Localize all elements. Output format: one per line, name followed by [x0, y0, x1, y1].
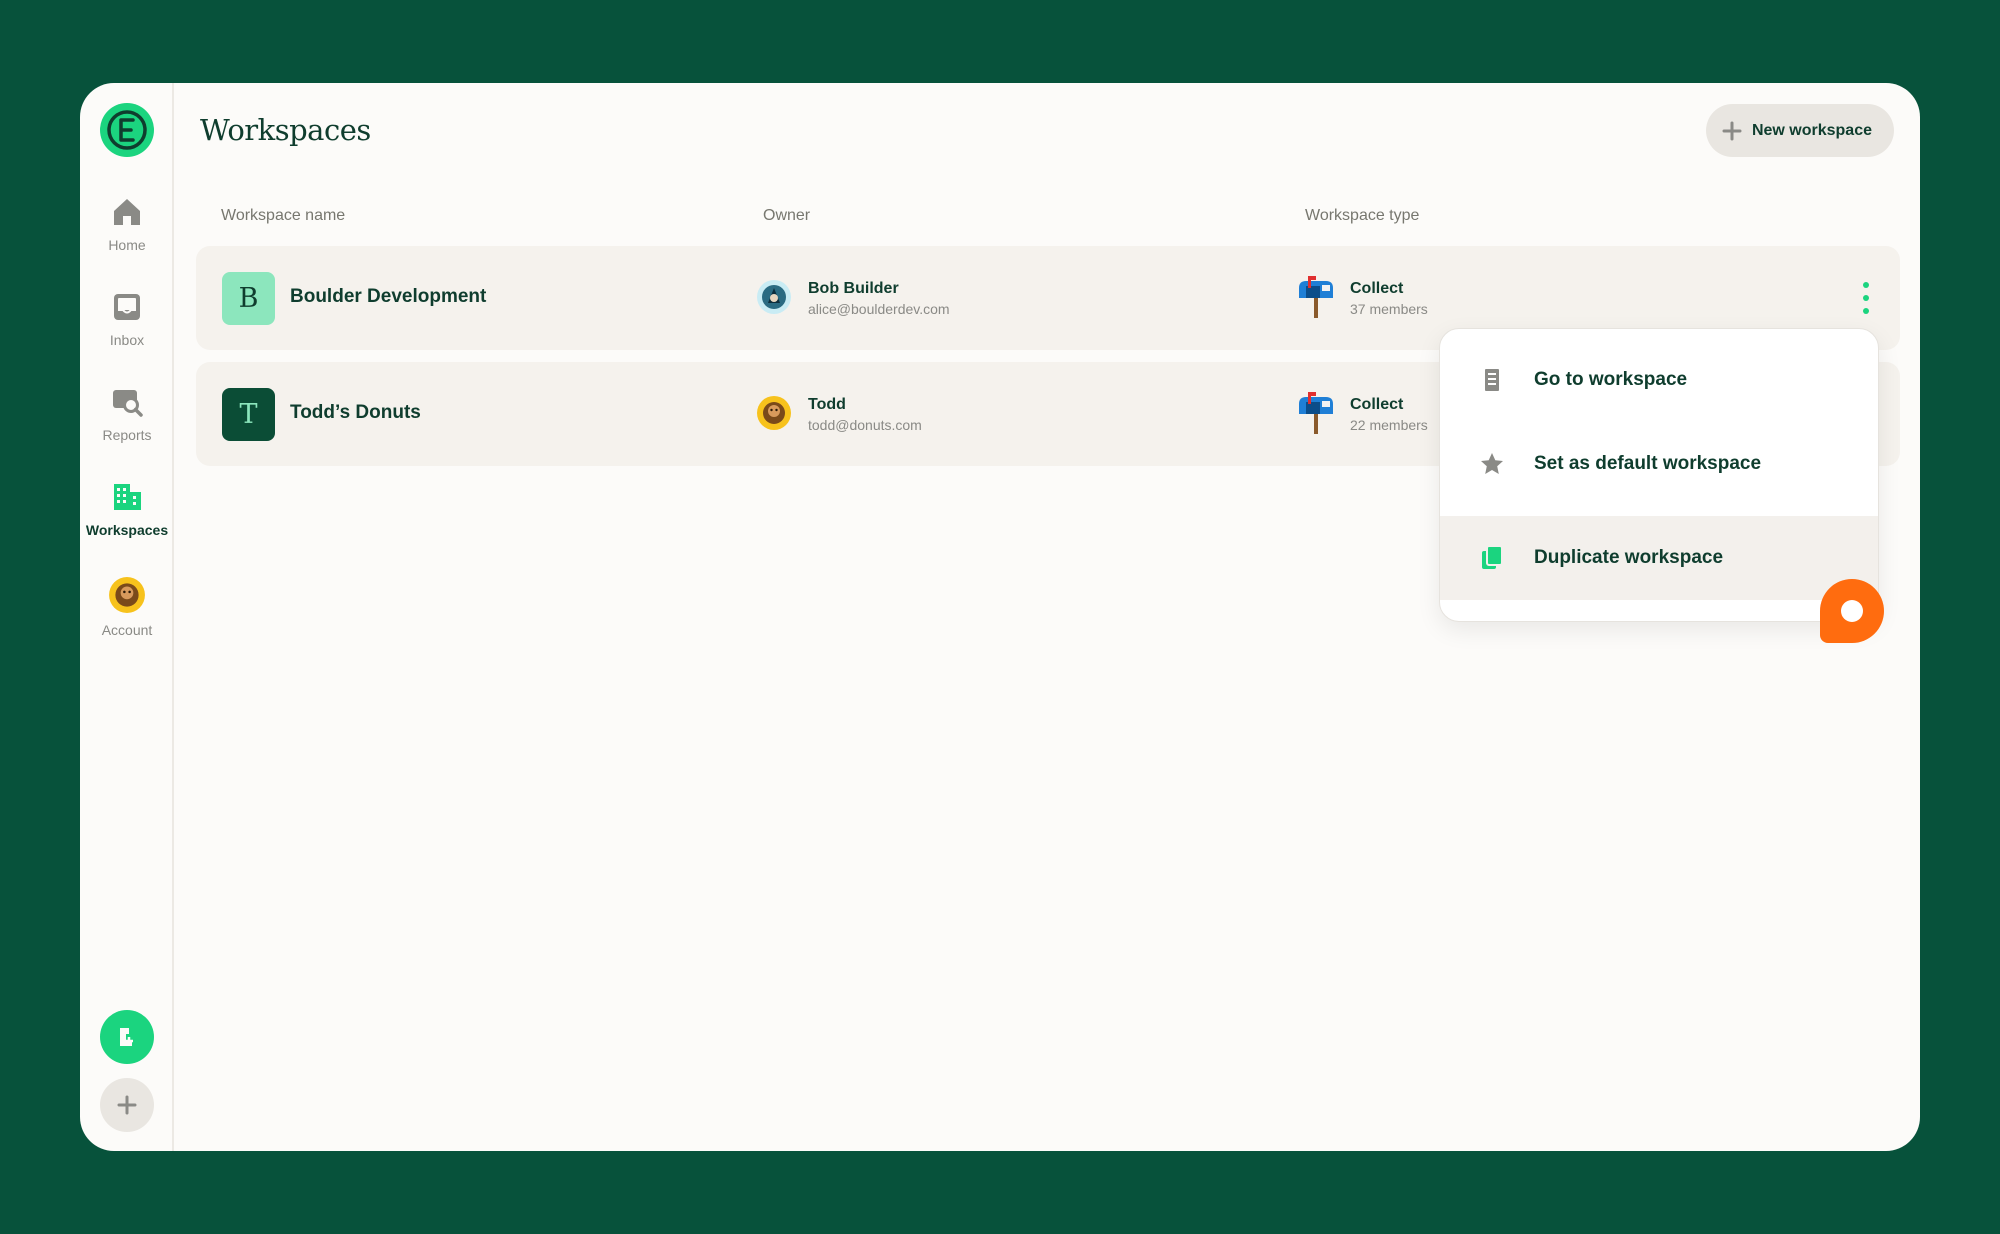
sidebar-item-label: Inbox — [109, 332, 145, 348]
building-icon — [1485, 369, 1499, 391]
workspace-avatar: T — [222, 388, 275, 441]
menu-item-label: Go to workspace — [1534, 369, 1688, 390]
sidebar-item-label: Account — [101, 622, 153, 638]
new-workspace-button[interactable]: New workspace — [1705, 104, 1894, 157]
logo-icon — [107, 110, 147, 150]
kebab-dot — [1863, 295, 1869, 301]
star-icon — [1481, 453, 1503, 474]
new-workspace-label: New workspace — [1751, 121, 1872, 139]
sidebar-item-label: Workspaces — [85, 522, 169, 538]
column-header-owner: Owner — [763, 207, 811, 224]
menu-item-label: Set as default workspace — [1534, 453, 1762, 474]
app-window: Home Inbox Reports Workspaces Account Wo… — [80, 83, 1920, 1151]
home-icon — [114, 199, 140, 225]
menu-item-go-to-workspace[interactable]: Go to workspace — [1440, 338, 1878, 422]
owner-name: Todd — [808, 396, 846, 413]
sidebar-item-reports[interactable]: Reports — [80, 385, 174, 443]
logo[interactable] — [100, 103, 154, 157]
building-icon — [114, 484, 141, 510]
avatar-icon — [109, 577, 145, 613]
member-count: 37 members — [1350, 301, 1428, 317]
sidebar-item-workspaces[interactable]: Workspaces — [80, 480, 174, 538]
owner-avatar — [757, 396, 791, 430]
inbox-icon — [114, 294, 140, 320]
copy-icon — [1482, 545, 1503, 569]
sidebar-item-account[interactable]: Account — [80, 576, 174, 638]
menu-item-set-default[interactable]: Set as default workspace — [1440, 422, 1878, 506]
more-options-button[interactable] — [1860, 282, 1872, 314]
workspace-name: Boulder Development — [290, 286, 487, 307]
mailbox-icon — [1299, 392, 1333, 434]
member-count: 22 members — [1350, 417, 1428, 433]
kebab-dot — [1863, 308, 1869, 314]
kebab-dot — [1863, 282, 1869, 288]
cursor-dot — [1841, 600, 1863, 622]
workspace-name: Todd’s Donuts — [290, 402, 421, 423]
sidebar-item-inbox[interactable]: Inbox — [80, 290, 174, 348]
owner-email: todd@donuts.com — [808, 417, 922, 433]
pointer-cursor-icon — [1820, 579, 1884, 643]
sidebar: Home Inbox Reports Workspaces Account — [80, 83, 174, 1151]
sidebar-item-label: Reports — [102, 427, 152, 443]
reports-icon — [113, 390, 143, 417]
sidebar-item-home[interactable]: Home — [80, 195, 174, 253]
menu-item-label: Duplicate workspace — [1534, 547, 1724, 568]
workspace-type: Collect — [1350, 396, 1404, 413]
plus-icon — [117, 1095, 137, 1115]
workspace-type: Collect — [1350, 280, 1404, 297]
new-expense-icon — [120, 1028, 133, 1046]
workspace-options-menu: Go to workspace Set as default workspace… — [1439, 328, 1879, 622]
sidebar-item-label: Home — [108, 237, 146, 253]
menu-item-duplicate-workspace[interactable]: Duplicate workspace — [1440, 516, 1878, 600]
new-expense-button[interactable] — [100, 1010, 154, 1064]
page-title: Workspaces — [200, 113, 371, 147]
workspace-avatar: B — [222, 272, 275, 325]
owner-email: alice@boulderdev.com — [808, 301, 950, 317]
column-header-type: Workspace type — [1305, 207, 1420, 224]
add-button[interactable] — [100, 1078, 154, 1132]
owner-avatar — [757, 280, 791, 314]
owner-name: Bob Builder — [808, 280, 899, 297]
column-header-name: Workspace name — [221, 207, 346, 224]
mailbox-icon — [1299, 276, 1333, 318]
plus-icon — [1722, 121, 1742, 140]
